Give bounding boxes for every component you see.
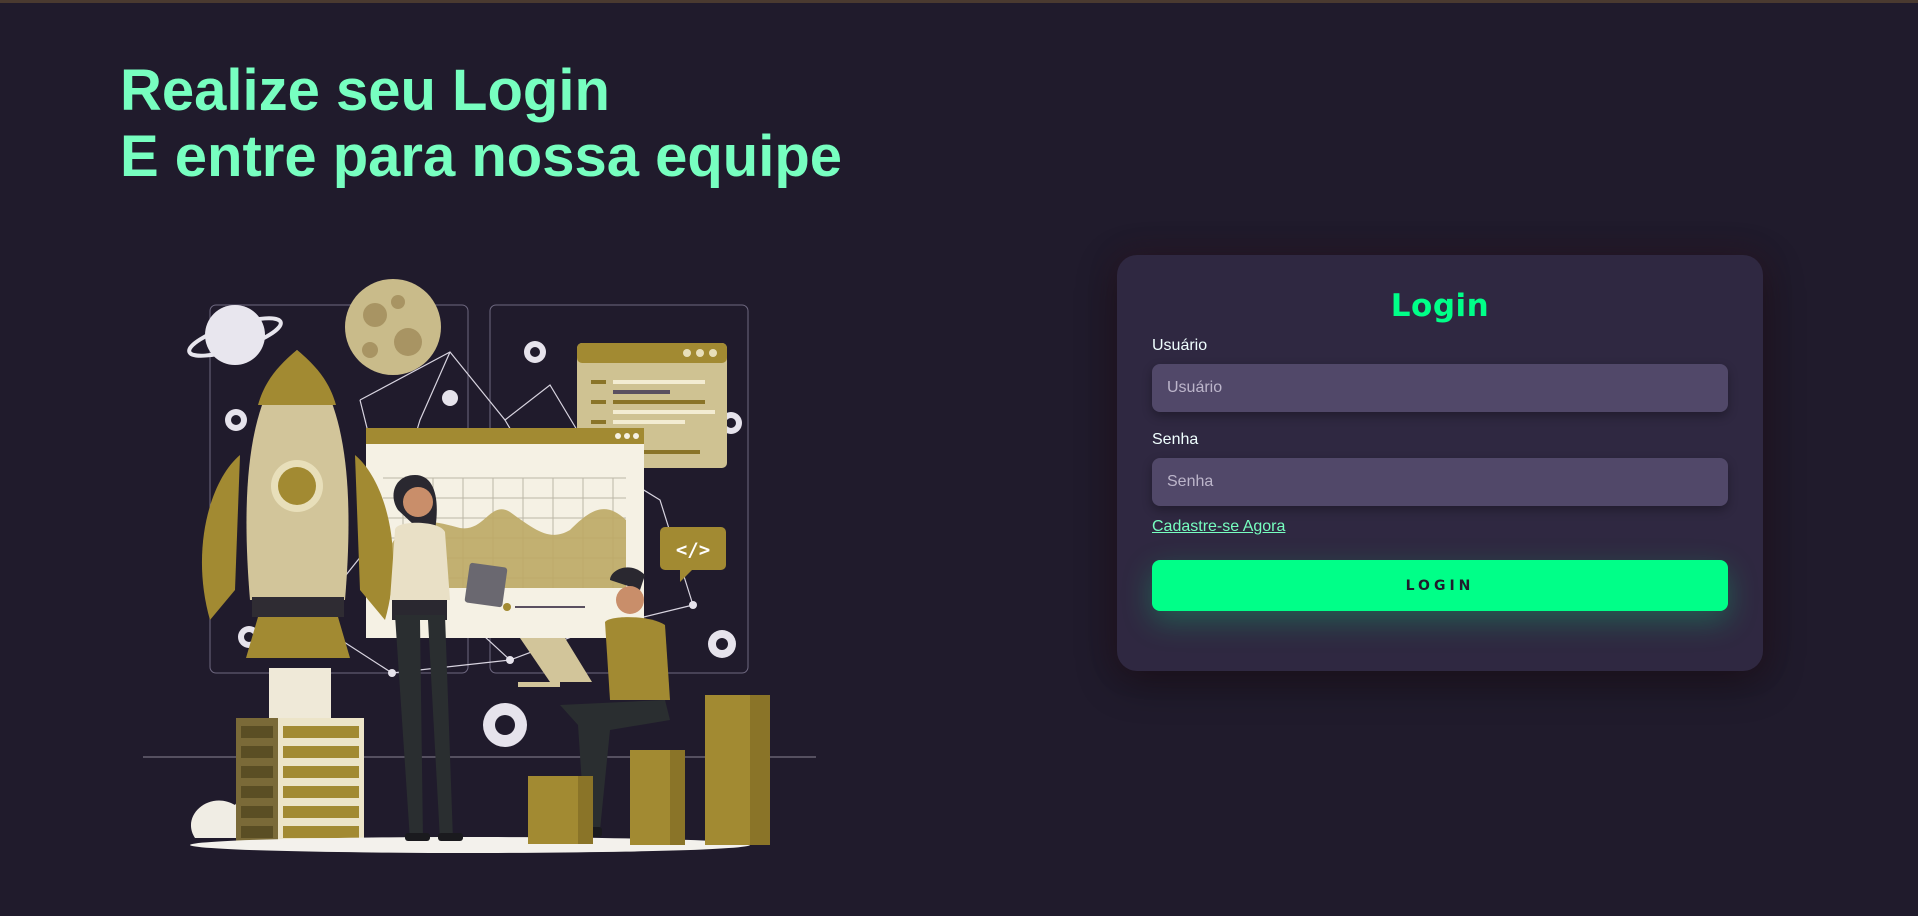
svg-text:</>: </>: [676, 539, 710, 561]
top-border: [0, 0, 1918, 3]
password-label: Senha: [1152, 431, 1199, 448]
hero-headline: Realize seu Login E entre para nossa equ…: [120, 58, 842, 190]
moon-icon: [345, 279, 441, 375]
login-button[interactable]: Login: [1152, 560, 1728, 611]
rocket-icon: [201, 350, 394, 723]
team-illustration: </>: [140, 270, 830, 870]
login-page: Realize seu Login E entre para nossa equ…: [0, 0, 1918, 916]
hero-line-2: E entre para nossa equipe: [120, 124, 843, 189]
signup-link[interactable]: Cadastre-se Agora: [1152, 517, 1285, 537]
hero-line-1: Realize seu Login: [120, 58, 610, 123]
login-title: Login: [1390, 288, 1490, 324]
code-tag-bubble: </>: [660, 527, 726, 582]
planet-icon: [187, 305, 283, 365]
password-input[interactable]: [1152, 458, 1728, 506]
username-label: Usuário: [1152, 337, 1208, 354]
network-node: [442, 390, 458, 406]
server-rack: [190, 718, 364, 843]
login-card: Login Usuário Senha Cadastre-se Agora Lo…: [1117, 255, 1763, 671]
username-input[interactable]: [1152, 364, 1728, 412]
